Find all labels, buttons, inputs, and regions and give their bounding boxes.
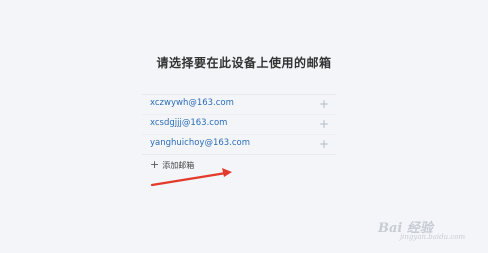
red-arrow-annotation: [150, 168, 232, 187]
watermark-sub: jingyan.baidu.com: [400, 233, 466, 241]
baidu-watermark: Bai 经验 jingyan.baidu.com: [378, 217, 486, 247]
